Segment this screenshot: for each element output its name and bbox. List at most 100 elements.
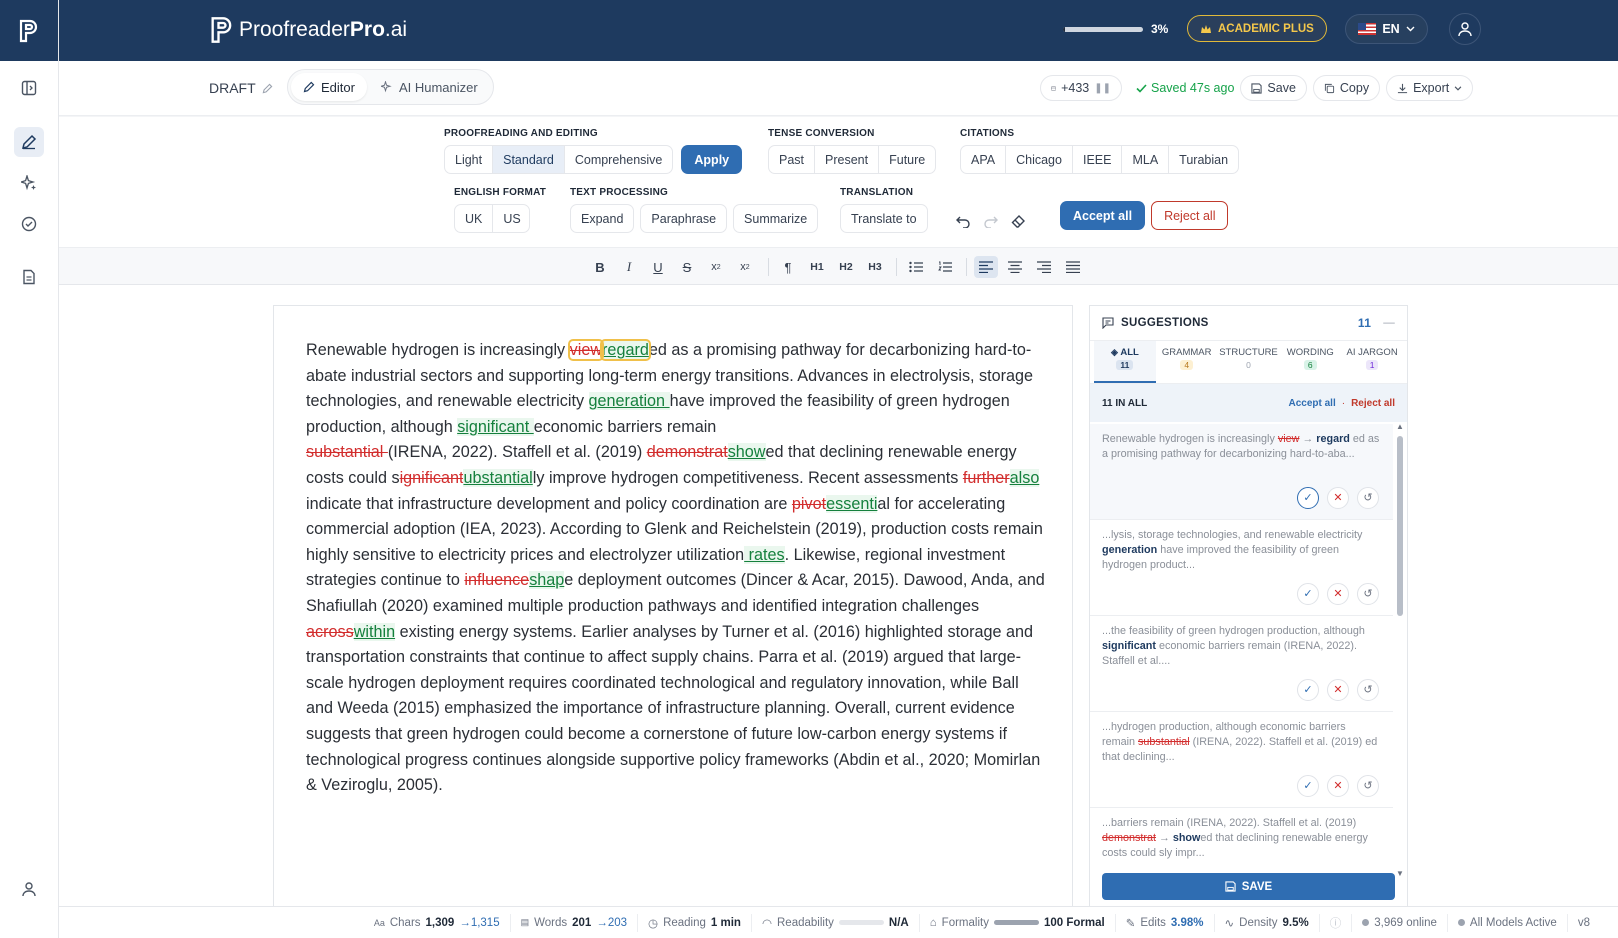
expand-button[interactable]: Expand	[570, 204, 635, 233]
panel-save-button[interactable]: SAVE	[1102, 873, 1395, 900]
collapse-icon[interactable]: —	[1383, 317, 1395, 329]
brand-logo[interactable]: ProofreaderPro.ai	[209, 16, 407, 44]
deletion[interactable]: across	[306, 623, 354, 641]
accept-suggestion-button[interactable]: ✓	[1297, 775, 1319, 797]
language-selector[interactable]: EN	[1345, 14, 1428, 44]
subscript-button[interactable]: x2	[704, 256, 728, 278]
suggestions-scrollbar[interactable]: ▲ ▼	[1396, 422, 1404, 878]
align-center-button[interactable]	[1003, 256, 1027, 278]
category-tab-ai-jargon[interactable]: AI JARGON 1	[1341, 341, 1403, 383]
undo-suggestion-button[interactable]: ↺	[1357, 679, 1379, 701]
insertion[interactable]: regard	[602, 341, 649, 359]
deletion[interactable]: ignificant	[400, 469, 464, 487]
level-standard[interactable]: Standard	[493, 146, 565, 173]
suggestion-card[interactable]: ...the feasibility of green hydrogen pro…	[1090, 616, 1393, 712]
accept-suggestion-button[interactable]: ✓	[1297, 583, 1319, 605]
deletion[interactable]: substantial	[306, 443, 388, 461]
reject-suggestion-button[interactable]: ✕	[1327, 775, 1349, 797]
suggestion-card[interactable]: ...hydrogen production, although economi…	[1090, 712, 1393, 808]
document-page[interactable]: Renewable hydrogen is increasingly viewr…	[273, 305, 1073, 906]
accept-suggestion-button[interactable]: ✓	[1297, 487, 1319, 509]
panel-reject-all-link[interactable]: Reject all	[1351, 398, 1395, 409]
insertion[interactable]: essenti	[826, 494, 878, 513]
heading-3-button[interactable]: H3	[863, 256, 887, 278]
export-button[interactable]: Export	[1386, 75, 1474, 101]
strikethrough-button[interactable]: S	[675, 256, 699, 278]
panel-accept-all-link[interactable]: Accept all	[1288, 398, 1335, 409]
insertion[interactable]: generation	[588, 392, 670, 411]
deletion[interactable]: demonstrat	[647, 443, 728, 461]
copy-button[interactable]: Copy	[1312, 75, 1381, 101]
format-us[interactable]: US	[493, 205, 529, 232]
apply-button[interactable]: Apply	[681, 145, 743, 174]
format-uk[interactable]: UK	[455, 205, 494, 232]
heading-1-button[interactable]: H1	[805, 256, 829, 278]
sidebar-toggle-button[interactable]	[14, 73, 44, 103]
tense-past[interactable]: Past	[769, 146, 816, 173]
scroll-down-icon[interactable]: ▼	[1396, 869, 1404, 878]
status-info[interactable]: ⓘ	[1320, 913, 1353, 932]
citation-chicago[interactable]: Chicago	[1006, 146, 1073, 173]
justify-button[interactable]	[1061, 256, 1085, 278]
italic-button[interactable]: I	[617, 256, 641, 278]
translate-to-button[interactable]: Translate to	[840, 204, 928, 233]
rail-document-button[interactable]	[14, 262, 44, 292]
accept-suggestion-button[interactable]: ✓	[1297, 679, 1319, 701]
paraphrase-button[interactable]: Paraphrase	[640, 204, 728, 233]
citation-apa[interactable]: APA	[961, 146, 1007, 173]
citation-turabian[interactable]: Turabian	[1169, 146, 1238, 173]
suggestion-card[interactable]: ...lysis, storage technologies, and rene…	[1090, 520, 1393, 616]
bullet-list-button[interactable]	[904, 256, 928, 278]
paragraph-button[interactable]: ¶	[776, 256, 800, 278]
citation-ieee[interactable]: IEEE	[1073, 146, 1123, 173]
insertion[interactable]: shap	[529, 571, 565, 590]
rail-humanizer-button[interactable]	[14, 168, 44, 198]
rail-editor-button[interactable]	[14, 127, 44, 157]
user-menu-button[interactable]	[1449, 13, 1481, 45]
eraser-icon[interactable]	[1011, 214, 1027, 228]
deletion[interactable]: further	[963, 469, 1010, 487]
suggestion-card[interactable]: Renewable hydrogen is increasingly view …	[1090, 424, 1393, 520]
insertion[interactable]: significant	[457, 417, 534, 436]
rail-check-button[interactable]	[14, 209, 44, 239]
reject-suggestion-button[interactable]: ✕	[1327, 583, 1349, 605]
insertion[interactable]: ubstantial	[463, 468, 533, 487]
rail-account-button[interactable]	[14, 874, 44, 904]
insertion[interactable]: show	[727, 443, 766, 462]
tab-ai-humanizer[interactable]: AI Humanizer	[369, 73, 490, 101]
plan-badge[interactable]: ACADEMIC PLUS	[1187, 15, 1327, 42]
tab-editor[interactable]: Editor	[291, 73, 367, 101]
undo-suggestion-button[interactable]: ↺	[1357, 583, 1379, 605]
tense-present[interactable]: Present	[815, 146, 880, 173]
citation-mla[interactable]: MLA	[1122, 146, 1170, 173]
accept-all-button[interactable]: Accept all	[1060, 201, 1146, 230]
category-tab-wording[interactable]: WORDING 6	[1279, 341, 1341, 383]
undo-suggestion-button[interactable]: ↺	[1357, 775, 1379, 797]
undo-suggestion-button[interactable]: ↺	[1357, 487, 1379, 509]
app-logo[interactable]	[0, 0, 58, 61]
heading-2-button[interactable]: H2	[834, 256, 858, 278]
bold-button[interactable]: B	[588, 256, 612, 278]
category-tab-grammar[interactable]: GRAMMAR 4	[1156, 341, 1218, 383]
deletion[interactable]: view	[570, 341, 602, 359]
scrollbar-thumb[interactable]	[1397, 436, 1403, 616]
redo-icon[interactable]	[983, 214, 999, 228]
align-right-button[interactable]	[1032, 256, 1056, 278]
summarize-button[interactable]: Summarize	[733, 204, 819, 233]
undo-icon[interactable]	[955, 214, 971, 228]
category-tab-structure[interactable]: STRUCTURE 0	[1218, 341, 1280, 383]
underline-button[interactable]: U	[646, 256, 670, 278]
token-counter[interactable]: +433 ❚❚	[1040, 75, 1122, 101]
category-tab-all[interactable]: ◈ ALL 11	[1094, 341, 1156, 383]
insertion[interactable]: within	[353, 622, 396, 641]
document-text[interactable]: Renewable hydrogen is increasingly viewr…	[306, 338, 1046, 799]
insertion[interactable]: rates	[744, 545, 785, 564]
numbered-list-button[interactable]	[933, 256, 957, 278]
level-light[interactable]: Light	[445, 146, 494, 173]
superscript-button[interactable]: x2	[733, 256, 757, 278]
scroll-up-icon[interactable]: ▲	[1396, 422, 1404, 431]
reject-suggestion-button[interactable]: ✕	[1327, 679, 1349, 701]
save-button[interactable]: Save	[1240, 75, 1307, 101]
insertion[interactable]: also	[1009, 468, 1040, 487]
draft-title[interactable]: DRAFT	[209, 80, 273, 96]
